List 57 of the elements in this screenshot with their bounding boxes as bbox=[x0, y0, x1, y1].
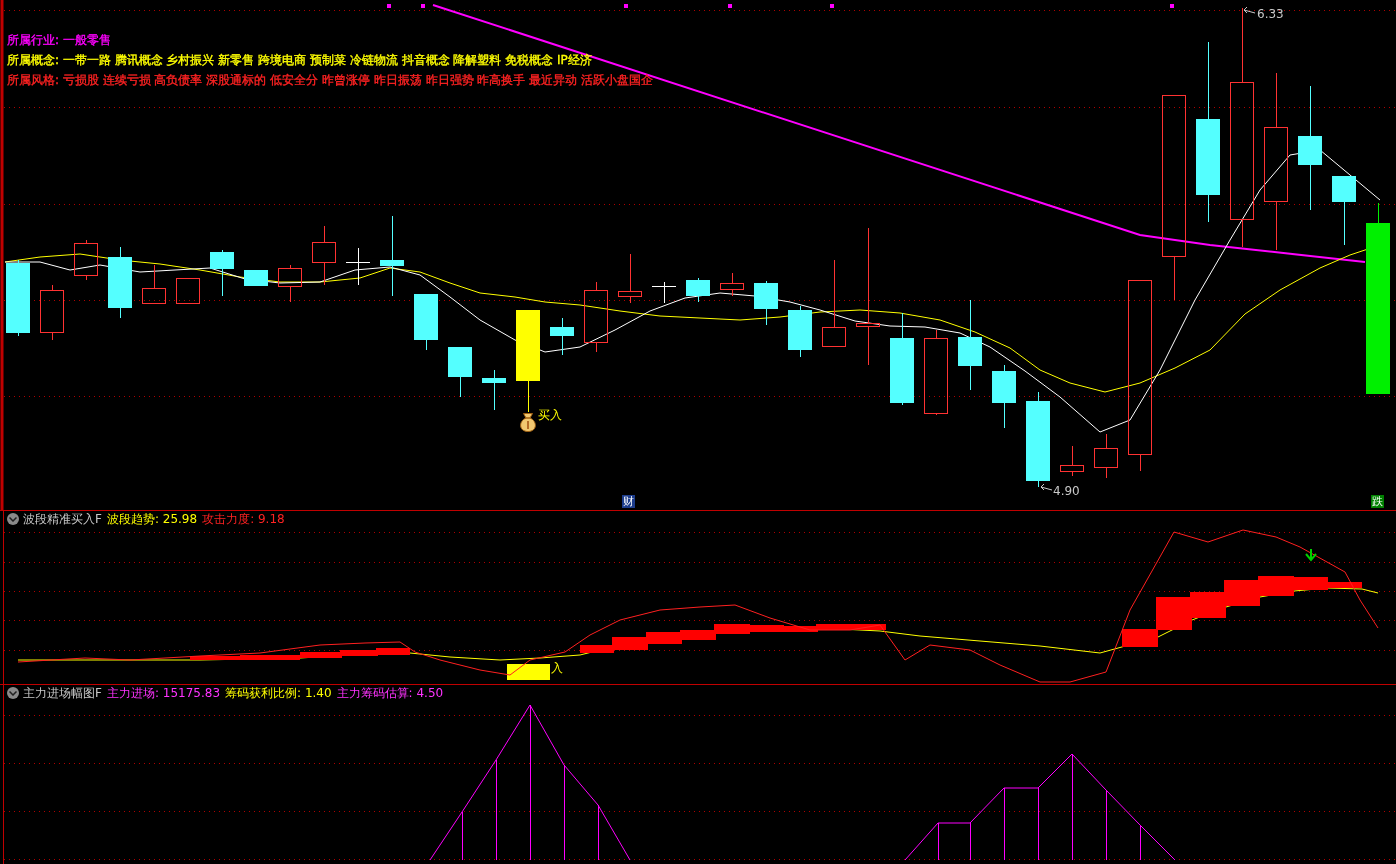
collapse-button[interactable] bbox=[7, 687, 19, 699]
chevron-down-icon bbox=[9, 690, 17, 696]
info-line: 所属概念: 一带一路 腾讯概念 乡村振兴 新零售 跨境电商 预制菜 冷链物流 抖音概念 降解塑料 免税概念 IP经济 bbox=[7, 53, 592, 68]
chevron-down-icon bbox=[9, 516, 17, 522]
candlestick bbox=[720, 272, 744, 297]
buy-label: 买入 bbox=[538, 408, 562, 422]
leader-arrow bbox=[1243, 6, 1256, 14]
candlestick bbox=[244, 269, 268, 287]
candlestick bbox=[651, 281, 677, 304]
square-marker-icon bbox=[387, 4, 391, 8]
candlestick bbox=[414, 293, 438, 351]
candlestick bbox=[618, 253, 642, 304]
price-label: 4.90 bbox=[1053, 484, 1080, 498]
money-bag-icon bbox=[520, 413, 536, 432]
indicator-bar bbox=[714, 624, 750, 634]
leader-arrow bbox=[1040, 483, 1053, 491]
buy-label: 入 bbox=[551, 661, 563, 675]
candlestick bbox=[210, 249, 234, 297]
candlestick bbox=[345, 247, 371, 286]
candlestick bbox=[1332, 175, 1356, 246]
indicator-reading: 攻击力度: 9.18 bbox=[202, 512, 285, 526]
candlestick bbox=[74, 239, 98, 281]
indicator-title: 波段精准买入F bbox=[23, 512, 102, 526]
candlestick bbox=[142, 264, 166, 305]
indicator-reading: 主力进场: 15175.83 bbox=[106, 686, 221, 700]
candlestick bbox=[176, 277, 200, 305]
candlestick bbox=[754, 280, 778, 326]
event-tag: 跌 bbox=[1371, 495, 1384, 508]
candlestick bbox=[686, 277, 710, 303]
square-marker-icon bbox=[728, 4, 732, 8]
signal-block bbox=[507, 664, 550, 680]
candlestick bbox=[1094, 433, 1118, 479]
candlestick bbox=[40, 284, 64, 341]
candlestick bbox=[584, 281, 608, 353]
candlestick bbox=[312, 225, 336, 286]
indicator-reading: 筹码获利比例: 1.40 bbox=[225, 686, 332, 700]
candlestick bbox=[278, 264, 302, 303]
candlestick bbox=[448, 346, 472, 398]
indicator-reading: 主力筹码估算: 4.50 bbox=[336, 686, 444, 700]
info-line: 所属行业: 一般零售 bbox=[7, 33, 111, 48]
down-arrow-icon bbox=[1305, 548, 1317, 562]
candlestick bbox=[1060, 445, 1084, 477]
square-marker-icon bbox=[1170, 4, 1174, 8]
square-marker-icon bbox=[421, 4, 425, 8]
event-tag: 财 bbox=[622, 495, 635, 508]
candlestick bbox=[788, 305, 812, 358]
indicator-title: 主力进场幅图F bbox=[23, 686, 102, 700]
candlestick bbox=[992, 364, 1016, 429]
info-line: 所属风格: 亏损股 连续亏损 高负债率 深股通标的 低安全分 昨曾涨停 昨日振荡 昨日强势 昨高换手 最近异动 活跃小盘国企 bbox=[7, 73, 653, 88]
candlestick bbox=[550, 317, 574, 356]
candlestick bbox=[482, 369, 506, 411]
indicator-bar bbox=[680, 630, 716, 640]
indicator-reading: 波段趋势: 25.98 bbox=[106, 512, 198, 526]
square-marker-icon bbox=[624, 4, 628, 8]
price-label: 6.33 bbox=[1257, 7, 1284, 21]
collapse-button[interactable] bbox=[7, 513, 19, 525]
square-marker-icon bbox=[830, 4, 834, 8]
